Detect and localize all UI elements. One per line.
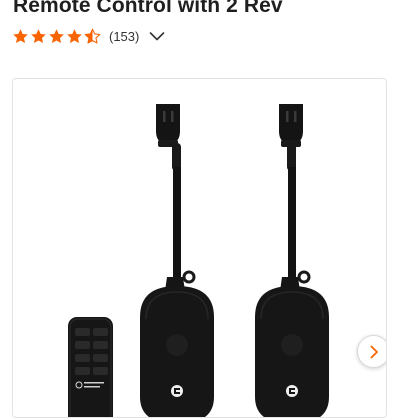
chevron-right-icon [370, 345, 378, 358]
outdoor-outlet-left [140, 104, 214, 417]
rating-count[interactable]: (153) [109, 29, 139, 44]
remote-control [68, 317, 113, 417]
rating-stars [12, 28, 101, 45]
star-half-icon [84, 28, 101, 44]
star-icon [49, 28, 64, 43]
product-image-carousel[interactable] [12, 78, 387, 418]
rating-summary[interactable]: (153) [12, 26, 165, 46]
outdoor-outlet-right [255, 104, 329, 417]
star-icon [13, 28, 28, 43]
product-image [68, 104, 329, 417]
star-icon [31, 28, 46, 43]
next-image-button[interactable] [357, 335, 386, 368]
product-title: Remote Control with 2 Rev [13, 0, 283, 17]
star-icon [67, 28, 82, 43]
chevron-down-icon[interactable] [149, 28, 165, 44]
